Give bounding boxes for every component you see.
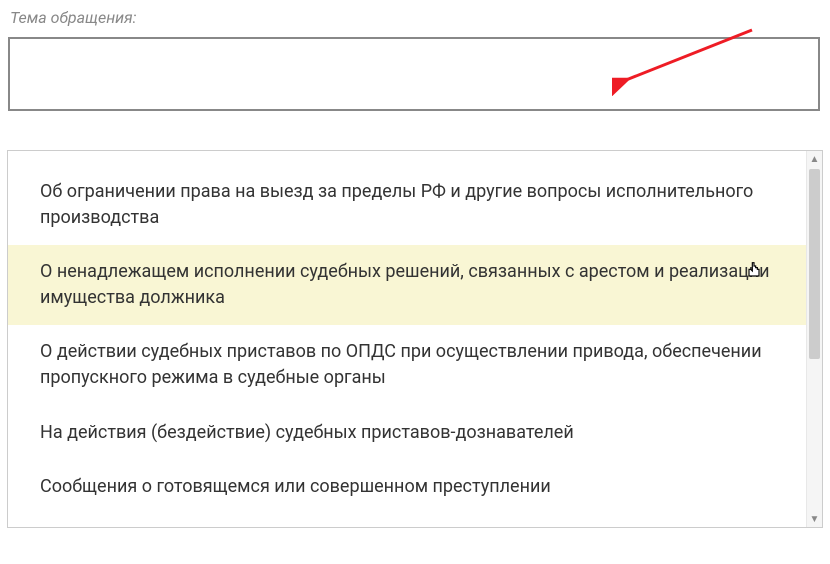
dropdown-item[interactable]: Об ограничении права на выезд за пределы…: [8, 165, 806, 245]
dropdown-item[interactable]: О ненадлежащем исполнении судебных решен…: [8, 245, 806, 325]
scroll-down-icon[interactable]: ▼: [807, 511, 822, 527]
dropdown-list: Об ограничении права на выезд за пределы…: [8, 151, 806, 527]
scroll-up-icon[interactable]: ▲: [807, 151, 822, 167]
subject-dropdown: Об ограничении права на выезд за пределы…: [7, 150, 823, 528]
dropdown-item[interactable]: На действия (бездействие) судебных прист…: [8, 406, 806, 460]
pointer-cursor-icon: [744, 261, 764, 281]
subject-input[interactable]: [8, 37, 820, 111]
dropdown-item-label: О ненадлежащем исполнении судебных решен…: [40, 261, 770, 308]
dropdown-item[interactable]: Сообщения о готовящемся или совершенном …: [8, 460, 806, 514]
dropdown-item[interactable]: О действии судебных приставов по ОПДС пр…: [8, 325, 806, 405]
field-label: Тема обращения:: [0, 0, 830, 33]
scroll-thumb[interactable]: [809, 169, 820, 359]
scrollbar[interactable]: ▲ ▼: [806, 151, 822, 527]
